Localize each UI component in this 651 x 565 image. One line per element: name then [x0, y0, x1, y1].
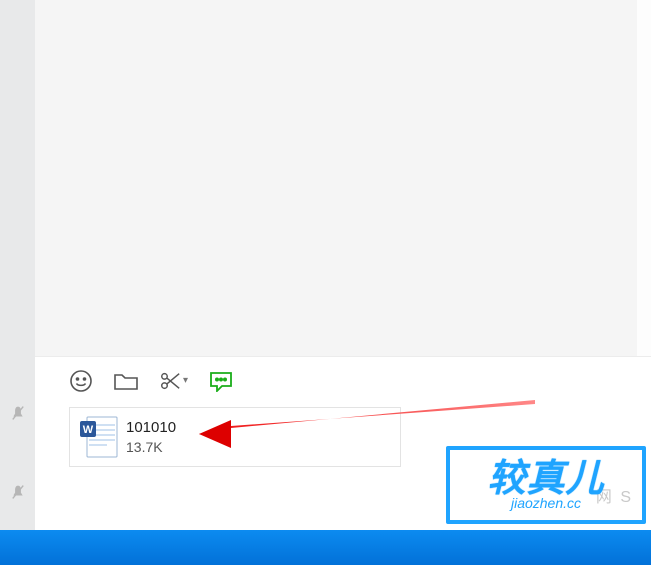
scrollbar[interactable]	[637, 0, 651, 356]
contacts-sidebar	[0, 0, 35, 530]
folder-icon	[113, 370, 139, 392]
chat-history-button[interactable]	[208, 370, 234, 392]
chat-history-icon	[208, 370, 234, 392]
send-file-button[interactable]	[113, 370, 139, 392]
input-toolbar: ▾	[35, 356, 651, 404]
scissors-icon	[159, 370, 181, 392]
chat-panel: ▾ W 101010 13.7K	[35, 0, 651, 530]
message-scroll-area[interactable]	[35, 0, 651, 356]
screenshot-button[interactable]: ▾	[159, 370, 188, 392]
chevron-down-icon: ▾	[183, 375, 188, 386]
windows-taskbar[interactable]	[0, 530, 651, 565]
word-doc-icon: W	[80, 416, 118, 458]
mute-icon	[11, 484, 25, 505]
file-attachment[interactable]: W 101010 13.7K	[69, 407, 401, 467]
mute-icon	[11, 405, 25, 426]
emoji-icon	[69, 369, 93, 393]
message-input-area[interactable]: W 101010 13.7K	[35, 404, 651, 530]
svg-text:W: W	[83, 424, 94, 436]
file-meta: 101010 13.7K	[126, 418, 176, 456]
file-size: 13.7K	[126, 438, 176, 456]
emoji-button[interactable]	[69, 369, 93, 393]
file-name: 101010	[126, 418, 176, 438]
